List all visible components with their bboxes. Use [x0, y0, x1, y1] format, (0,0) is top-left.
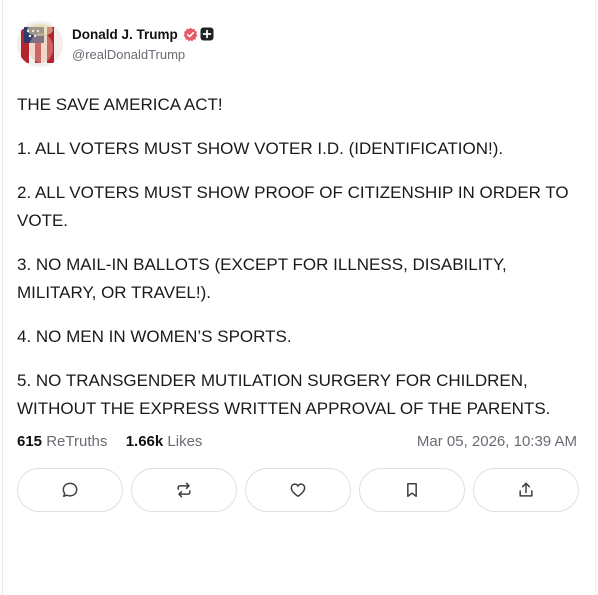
reply-button[interactable]	[17, 468, 123, 512]
share-button[interactable]	[473, 468, 579, 512]
retruth-button[interactable]	[131, 468, 237, 512]
post-paragraph: 1. ALL VOTERS MUST SHOW VOTER I.D. (IDEN…	[17, 139, 504, 158]
likes-stat[interactable]: 1.66k Likes	[126, 433, 203, 450]
post-paragraph: 3. NO MAIL-IN BALLOTS (EXCEPT FOR ILLNES…	[17, 255, 507, 302]
post-paragraph: THE SAVE AMERICA ACT!	[17, 95, 223, 114]
post-timestamp[interactable]: Mar 05, 2026, 10:39 AM	[417, 431, 577, 453]
author-handle[interactable]: @realDonaldTrump	[72, 47, 214, 62]
post-content: THE SAVE AMERICA ACT! 1. ALL VOTERS MUST…	[17, 91, 582, 439]
likes-count: 1.66k	[125, 433, 164, 450]
retruths-label: ReTruths	[46, 433, 108, 450]
verified-badge-icon	[183, 27, 198, 42]
author-display-name[interactable]: Donald J. Trump	[72, 27, 178, 42]
action-bar	[17, 468, 579, 512]
plus-badge-icon	[200, 27, 214, 41]
author-block: Donald J. Trump @realDonaldTrump	[72, 24, 214, 62]
retruths-stat[interactable]: 615 ReTruths	[17, 433, 107, 450]
post-stats: 615 ReTruths 1.66k Likes Mar 05, 2026, 1…	[17, 431, 577, 453]
post-paragraph: 2. ALL VOTERS MUST SHOW PROOF OF CITIZEN…	[17, 183, 569, 230]
reply-icon	[62, 482, 78, 497]
bookmark-icon	[407, 483, 417, 497]
bookmark-button[interactable]	[359, 468, 465, 512]
share-icon	[519, 482, 533, 497]
like-button[interactable]	[245, 468, 351, 512]
heart-icon	[290, 483, 306, 497]
post-card: Donald J. Trump @realDonaldTrump THE SAV…	[0, 0, 594, 595]
post-paragraph: 5. NO TRANSGENDER MUTILATION SURGERY FOR…	[17, 371, 551, 418]
avatar[interactable]	[17, 21, 63, 67]
author-name-row: Donald J. Trump	[72, 24, 214, 44]
post-paragraph: 4. NO MEN IN WOMEN’S SPORTS.	[17, 327, 292, 346]
retruths-count: 615	[17, 433, 43, 450]
likes-label: Likes	[167, 433, 203, 450]
retruth-icon	[177, 482, 191, 498]
